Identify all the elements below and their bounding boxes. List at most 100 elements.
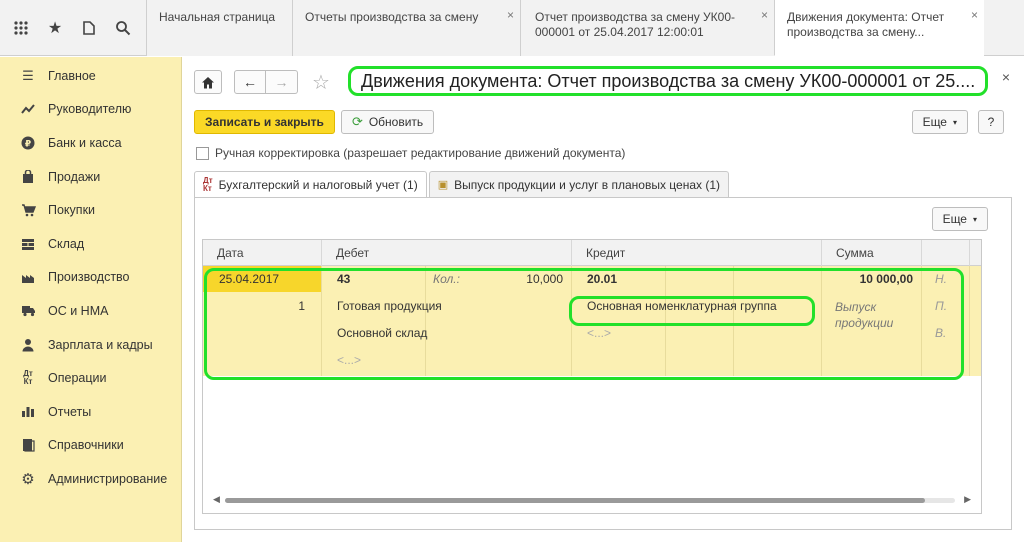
arrow-left-icon: ← (243, 74, 257, 90)
close-icon[interactable]: × (1002, 69, 1010, 85)
tab-label: Отчет производства за смену УК00-000001 … (535, 10, 735, 39)
favorite-star-icon[interactable]: ☆ (312, 70, 330, 95)
home-icon (202, 76, 214, 88)
column-header-extra[interactable] (921, 240, 969, 266)
more-button[interactable]: Еще ▾ (911, 110, 968, 134)
sidebar-item-production[interactable]: Производство (0, 261, 181, 295)
form-tabs: Дт Кт Бухгалтерский и налоговый учет (1) … (194, 171, 731, 198)
sidebar-item-bank[interactable]: ₽ Банк и касса (0, 126, 181, 160)
save-close-button[interactable]: Записать и закрыть (194, 110, 335, 134)
sidebar-item-label: ОС и НМА (48, 303, 109, 318)
sidebar-item-warehouse[interactable]: Склад (0, 227, 181, 261)
more-label: Еще (922, 115, 947, 129)
ruble-icon: ₽ (20, 135, 36, 151)
gear-icon: ⚙ (21, 470, 35, 488)
back-button[interactable]: ← (234, 70, 266, 94)
scroll-right-icon[interactable]: ▶ (964, 494, 971, 505)
sidebar-item-purchases[interactable]: Покупки (0, 193, 181, 227)
scroll-left-icon[interactable]: ◀ (213, 494, 220, 505)
refresh-button[interactable]: ⟳ Обновить (340, 110, 435, 134)
history-icon[interactable] (78, 17, 100, 39)
warehouse-icon (20, 236, 36, 252)
truck-icon (20, 303, 36, 319)
register-icon: ▣ (437, 179, 449, 191)
dropdown-arrow-icon: ▾ (952, 117, 957, 127)
tab-production-output[interactable]: ▣ Выпуск продукции и услуг в плановых це… (428, 171, 730, 197)
back-forward-group: ← → (234, 70, 298, 94)
cart-icon (20, 202, 36, 218)
sidebar-item-sales[interactable]: Продажи (0, 160, 181, 194)
bag-icon (20, 169, 36, 185)
column-header-credit[interactable]: Кредит (571, 240, 821, 266)
column-header-date[interactable]: Дата (203, 240, 321, 266)
menu-icon: ☰ (22, 67, 34, 83)
sidebar-item-label: Руководителю (48, 102, 132, 117)
sidebar-item-label: Операции (48, 371, 107, 386)
column-header-sum[interactable]: Сумма (821, 240, 921, 266)
top-icons: ★ (0, 0, 146, 56)
tab-report-document[interactable]: Отчет производства за смену УК00-000001 … (520, 0, 774, 56)
arrow-right-icon: → (274, 74, 289, 90)
nav-toolbar: ← → ☆ (194, 67, 330, 97)
dtkt-icon: Дт Кт (23, 369, 33, 387)
search-icon[interactable] (112, 17, 134, 39)
sidebar-item-admin[interactable]: ⚙ Администрирование (0, 462, 181, 496)
book-icon (20, 437, 36, 453)
person-icon (20, 337, 36, 353)
horizontal-scrollbar[interactable]: ◀ ▶ (211, 494, 973, 506)
tab-label: Выпуск продукции и услуг в плановых цена… (454, 177, 721, 192)
svg-text:₽: ₽ (25, 139, 31, 149)
scrollbar-thumb[interactable] (225, 498, 925, 503)
help-button[interactable]: ? (978, 110, 1004, 134)
close-icon[interactable]: × (761, 8, 768, 23)
tab-label: Движения документа: Отчет производства з… (787, 10, 945, 39)
forward-button[interactable]: → (266, 70, 298, 94)
trend-icon (20, 101, 36, 117)
sidebar-item-label: Склад (48, 236, 85, 251)
open-tabs: Начальная страница Отчеты производства з… (146, 0, 984, 56)
sidebar: ☰ Главное Руководителю ₽ Банк и касса Пр… (0, 57, 182, 542)
postings-table[interactable]: Дата Дебет Кредит Сумма 25.04.2017 1 43 … (202, 239, 982, 514)
favorites-star-icon[interactable]: ★ (44, 17, 66, 39)
factory-icon (20, 269, 36, 285)
sidebar-item-fixed-assets[interactable]: ОС и НМА (0, 294, 181, 328)
sidebar-item-payroll[interactable]: Зарплата и кадры (0, 328, 181, 362)
sidebar-item-operations[interactable]: Дт Кт Операции (0, 361, 181, 395)
tab-label: Бухгалтерский и налоговый учет (1) (218, 178, 418, 192)
sidebar-item-label: Отчеты (48, 404, 92, 419)
tab-reports-list[interactable]: Отчеты производства за смену × (292, 0, 520, 56)
sidebar-item-label: Продажи (48, 169, 101, 184)
manual-edit-checkbox[interactable] (196, 146, 209, 160)
tab-home[interactable]: Начальная страница (146, 0, 292, 56)
close-icon[interactable]: × (507, 8, 514, 23)
column-header-debit[interactable]: Дебет (321, 240, 571, 266)
sidebar-item-manager[interactable]: Руководителю (0, 93, 181, 127)
dropdown-arrow-icon: ▾ (972, 214, 977, 224)
close-icon[interactable]: × (971, 8, 978, 23)
apps-grid-icon[interactable] (10, 17, 32, 39)
manual-edit-label: Ручная корректировка (разрешает редактир… (215, 146, 626, 160)
dtkt-icon: Дт Кт (203, 176, 213, 193)
sidebar-item-label: Покупки (48, 203, 96, 218)
column-header-scroll (969, 240, 981, 266)
sidebar-item-label: Справочники (48, 438, 124, 453)
sidebar-item-label: Банк и касса (48, 135, 122, 150)
more-label: Еще (942, 212, 967, 226)
sidebar-item-label: Администрирование (48, 471, 168, 486)
barchart-icon (20, 404, 36, 420)
sidebar-item-main[interactable]: ☰ Главное (0, 59, 181, 93)
sidebar-item-catalogs[interactable]: Справочники (0, 429, 181, 463)
tab-label: Отчеты производства за смену (305, 10, 479, 24)
tab-document-movements[interactable]: Движения документа: Отчет производства з… (774, 0, 984, 56)
sidebar-item-label: Производство (48, 270, 130, 285)
command-bar: Записать и закрыть ⟳ Обновить (194, 110, 435, 136)
sidebar-item-label: Главное (48, 68, 96, 83)
sidebar-item-reports[interactable]: Отчеты (0, 395, 181, 429)
table-more-button[interactable]: Еще ▾ (931, 207, 988, 231)
refresh-icon: ⟳ (351, 114, 363, 129)
tab-accounting[interactable]: Дт Кт Бухгалтерский и налоговый учет (1) (194, 171, 427, 198)
table-header: Дата Дебет Кредит Сумма (203, 240, 981, 266)
document-window: ← → ☆ Движения документа: Отчет производ… (182, 57, 1024, 542)
sidebar-item-label: Зарплата и кадры (48, 337, 153, 352)
home-button[interactable] (194, 70, 222, 94)
